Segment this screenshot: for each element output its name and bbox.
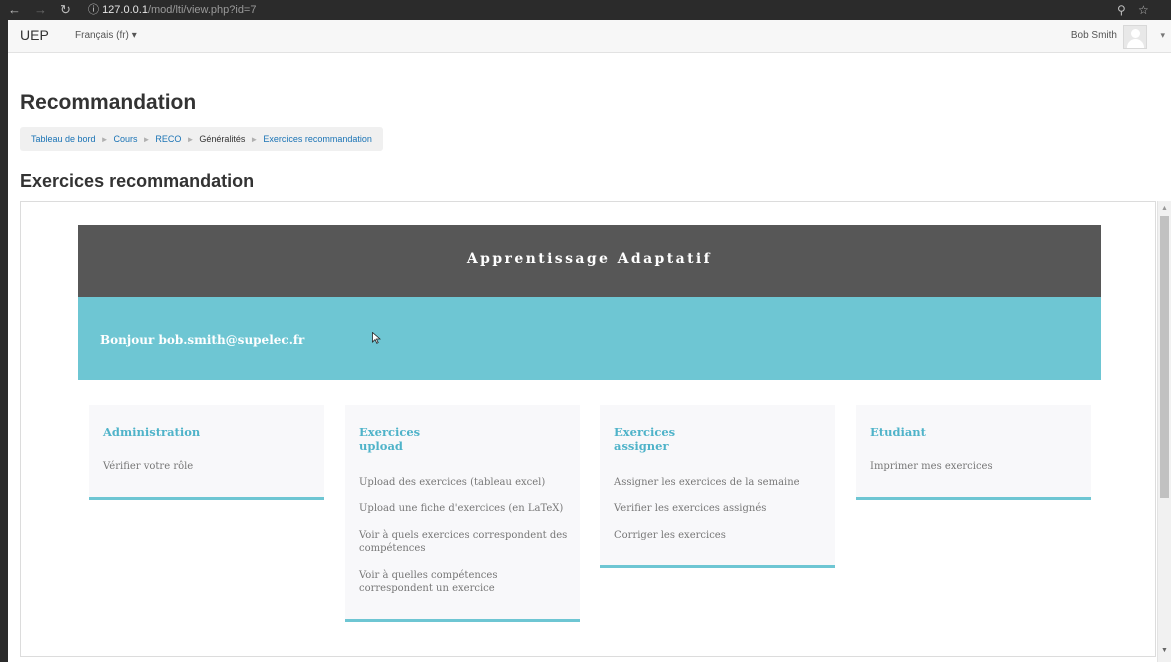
- scrollbar-thumb[interactable]: [1160, 216, 1169, 498]
- scroll-up-icon[interactable]: ▲: [1161, 205, 1168, 212]
- mouse-cursor-icon: [372, 332, 381, 344]
- activity-title: Exercices recommandation: [20, 171, 255, 191]
- window-edge: [0, 20, 8, 662]
- breadcrumb-separator-icon: ►: [250, 135, 259, 144]
- breadcrumb-item-activity[interactable]: Exercices recommandation: [263, 134, 372, 144]
- breadcrumb-separator-icon: ►: [100, 135, 109, 144]
- user-menu-caret-icon[interactable]: ▾: [1160, 30, 1165, 41]
- card-administration: Administration Vérifier votre rôle: [89, 405, 324, 500]
- link-exercises-by-competence[interactable]: Voir à quels exercices correspondent des…: [359, 529, 574, 555]
- breadcrumb-item-section: Généralités: [199, 134, 246, 144]
- card-exercises-assign: Exercices assigner Assigner les exercices…: [600, 405, 835, 568]
- url-host: 127.0.0.1: [102, 4, 148, 16]
- card-title: Administration: [103, 425, 201, 439]
- link-verify-assigned[interactable]: Verifier les exercices assignés: [614, 502, 829, 515]
- zoom-icon[interactable]: ⚲: [1117, 1, 1126, 19]
- site-brand[interactable]: UEP: [20, 27, 49, 43]
- url-path: /mod/lti/view.php?id=7: [147, 4, 257, 16]
- scroll-down-icon[interactable]: ▼: [1161, 647, 1168, 654]
- breadcrumb-item-dashboard[interactable]: Tableau de bord: [31, 134, 96, 144]
- breadcrumb-separator-icon: ►: [186, 135, 195, 144]
- link-verify-role[interactable]: Vérifier votre rôle: [103, 460, 318, 473]
- page-title: Recommandation: [20, 91, 197, 114]
- breadcrumb-separator-icon: ►: [142, 135, 151, 144]
- language-label: Français (fr): [75, 30, 129, 41]
- card-title: Etudiant: [870, 425, 926, 439]
- card-exercises-upload: Exercices upload Upload des exercices (ta…: [345, 405, 580, 622]
- welcome-strip: Bonjour bob.smith@supelec.fr: [78, 297, 1101, 380]
- top-navbar: UEP Français (fr) ▾ Bob Smith ▾: [8, 20, 1171, 53]
- banner-title: Apprentissage Adaptatif: [466, 251, 713, 267]
- forward-arrow-icon[interactable]: →: [34, 1, 47, 19]
- back-arrow-icon[interactable]: ←: [8, 1, 21, 19]
- star-icon[interactable]: ☆: [1138, 1, 1149, 19]
- scrollbar[interactable]: ▲ ▼: [1157, 201, 1171, 662]
- language-menu[interactable]: Français (fr) ▾: [75, 30, 137, 41]
- breadcrumb-item-course[interactable]: RECO: [155, 134, 181, 144]
- user-avatar-icon[interactable]: [1123, 25, 1147, 49]
- link-print-exercises[interactable]: Imprimer mes exercices: [870, 460, 1085, 473]
- welcome-text: Bonjour bob.smith@supelec.fr: [100, 333, 305, 347]
- link-assign-weekly[interactable]: Assigner les exercices de la semaine: [614, 476, 829, 489]
- tool-banner: Apprentissage Adaptatif: [78, 225, 1101, 297]
- link-correct-exercises[interactable]: Corriger les exercices: [614, 529, 829, 542]
- breadcrumb-item-courses[interactable]: Cours: [113, 134, 137, 144]
- chevron-down-icon: ▾: [131, 30, 137, 41]
- user-name[interactable]: Bob Smith: [1071, 30, 1117, 41]
- browser-toolbar: ← → ↻ ⓘ 127.0.0.1/mod/lti/view.php?id=7 …: [0, 0, 1171, 20]
- link-upload-latex[interactable]: Upload une fiche d'exercices (en LaTeX): [359, 502, 574, 515]
- card-title: Exercices assigner: [614, 425, 676, 453]
- address-bar[interactable]: ⓘ 127.0.0.1/mod/lti/view.php?id=7: [88, 3, 256, 17]
- link-competences-by-exercise[interactable]: Voir à quelles compétences correspondent…: [359, 569, 574, 595]
- link-upload-excel[interactable]: Upload des exercices (tableau excel): [359, 476, 574, 489]
- card-student: Etudiant Imprimer mes exercices: [856, 405, 1091, 500]
- info-icon[interactable]: ⓘ: [88, 4, 99, 16]
- reload-icon[interactable]: ↻: [60, 1, 71, 19]
- card-title: Exercices upload: [359, 425, 421, 453]
- breadcrumb: Tableau de bord ► Cours ► RECO ► Généralités ► E…: [20, 127, 383, 151]
